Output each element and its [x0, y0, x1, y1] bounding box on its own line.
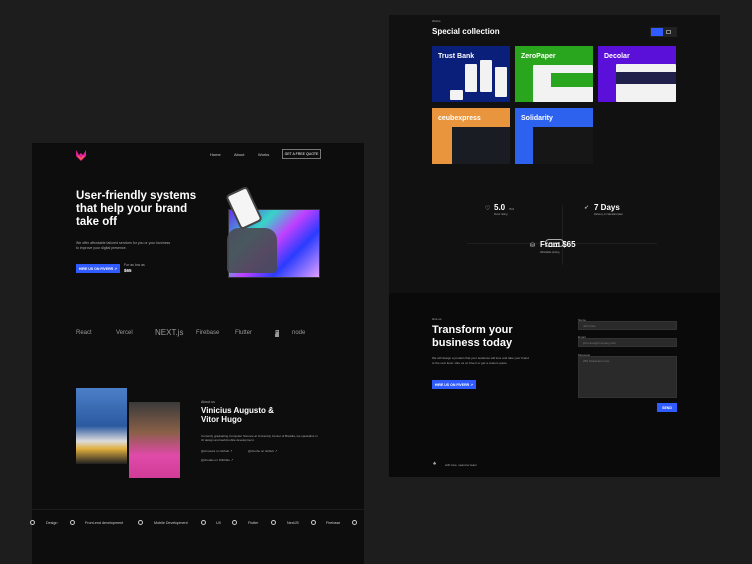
bullet-icon [311, 520, 316, 525]
robot-hands [227, 228, 277, 273]
project-card-decolar[interactable]: Decolar [598, 46, 676, 102]
hire-fiverr-button[interactable]: HIRE US ON FIVERR ↗ [76, 264, 120, 273]
name-input[interactable]: John Doe [578, 321, 677, 330]
divider [562, 205, 563, 265]
logo-next: NEXT.js [155, 328, 184, 337]
bullet-icon [271, 520, 276, 525]
hire-fiverr-button-2[interactable]: HIRE US ON FIVERR ↗ [432, 380, 476, 389]
about-eyebrow: About us [201, 400, 215, 404]
about-text: Currently graduating Computer Science at… [201, 434, 318, 442]
email-input[interactable]: john.doe@company.com [578, 338, 677, 347]
price-value: $65 [124, 268, 132, 273]
logo-node: node [292, 330, 306, 336]
message-textarea[interactable]: 256 characters max [578, 356, 677, 398]
landing-page-right: Works Special collection Trust Bank Zero… [389, 15, 720, 477]
works-section: Works Special collection Trust Bank Zero… [389, 15, 720, 293]
bullet-icon [201, 520, 206, 525]
rating-max: /5.0 [509, 207, 515, 211]
tag-flutter: Flutter [248, 521, 259, 525]
dribbble-link[interactable]: @vhedas on Dribbble ↗ [201, 458, 233, 463]
nav-home[interactable]: Home [210, 152, 221, 157]
view-toggle [650, 27, 677, 37]
nav-works[interactable]: Works [258, 152, 269, 157]
hire-title: Transform your business today [432, 324, 513, 349]
works-title: Special collection [432, 27, 500, 36]
get-quote-button[interactable]: GET A FREE QUOTE [282, 149, 321, 159]
hire-text: We will design a product that your audie… [432, 356, 529, 365]
logo-react: React [76, 330, 92, 336]
project-card-zeropaper[interactable]: ZeroPaper [515, 46, 593, 102]
nav-about[interactable]: About [234, 152, 244, 157]
logo-flutter: Flutter [235, 330, 253, 336]
works-eyebrow: Works [432, 19, 441, 23]
tag-design: Design [46, 521, 58, 525]
bullet-icon [352, 520, 357, 525]
price-caption: Affordable pricing [540, 251, 560, 254]
divider [32, 509, 364, 510]
github-link-2[interactable]: @vitorhe on Github ↗ [248, 449, 277, 454]
heart-icon: ♡ [485, 206, 491, 212]
github-link-1[interactable]: @vnsouza on Github ↗ [201, 449, 232, 454]
footer-logo-icon: ♠ [433, 461, 437, 467]
photo-penguin [76, 388, 127, 464]
rating-value: 5.0 [494, 203, 506, 212]
about-title: Vinicius Augusto & Vitor Hugo [201, 406, 274, 424]
bullet-icon [138, 520, 143, 525]
delivery-caption: Delivery on Standard plan [594, 213, 623, 216]
bullet-icon [70, 520, 75, 525]
hero-title: User-friendly systems that help your bra… [76, 190, 197, 228]
logo-vercel: Vercel [116, 330, 133, 336]
bullet-icon [232, 520, 237, 525]
landing-page-left: Home About Works GET A FREE QUOTE User-f… [30, 143, 364, 564]
bullet-icon [30, 520, 35, 525]
coins-icon: ⛁ [530, 243, 536, 249]
tag-frontend: Front-end development [85, 521, 124, 525]
project-card-solidarity[interactable]: Solidarity [515, 108, 593, 164]
tag-nextjs: NextJS [287, 521, 299, 525]
list-view-button[interactable] [666, 30, 671, 34]
project-card-ceubexpress[interactable]: ceubexpress [432, 108, 510, 164]
price-from: From $65 [540, 240, 576, 249]
grid-view-button[interactable] [651, 28, 663, 36]
logo-firebase: Firebase [196, 330, 220, 336]
footer-text: with love, seanvsv team [445, 463, 477, 467]
project-card-trust-bank[interactable]: Trust Bank [432, 46, 510, 102]
brand-logo[interactable] [75, 148, 87, 161]
hire-eyebrow: Hire us [432, 317, 442, 321]
send-button[interactable]: SEND [657, 403, 677, 412]
rocket-icon: ➶ [584, 205, 590, 211]
logo-figma: Figma [275, 330, 279, 337]
tag-firebase: Firebase [326, 521, 341, 525]
hero-subtitle: We offer affordable tailored services fo… [76, 241, 171, 250]
tag-mobile: Mobile Development [154, 521, 188, 525]
photo-person [129, 402, 180, 478]
delivery-days: 7 Days [594, 203, 620, 212]
tag-ux: UX [216, 521, 222, 525]
rating-caption: Fiverr rating [494, 213, 508, 216]
